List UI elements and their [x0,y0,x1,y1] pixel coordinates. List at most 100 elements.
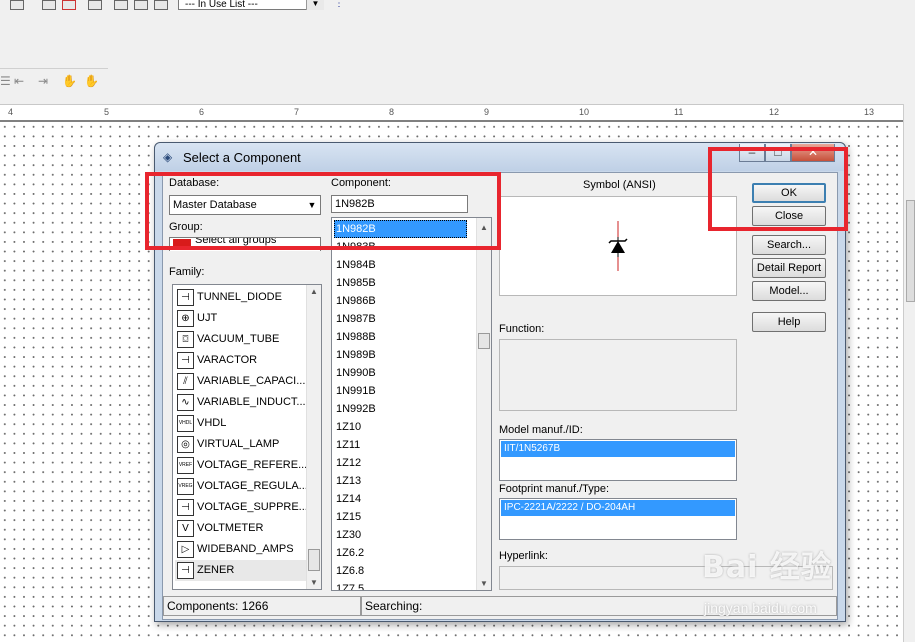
hand-icon[interactable]: ✋ [84,74,99,88]
family-item[interactable]: ⊕ UJT [175,308,309,329]
component-list[interactable]: 1N982B 1N983B 1N984B 1N985B 1N986B 1N987B 1N98… [331,217,492,591]
voltmeter-icon: V [177,520,194,537]
varactor-icon: ⊣ [177,352,194,369]
component-item[interactable]: 1Z30 [334,526,470,544]
family-item[interactable]: ▷ WIDEBAND_AMPS [175,539,309,560]
ruler-mark: 9 [484,107,490,117]
variable-inductor-icon: ∿ [177,394,194,411]
family-item[interactable]: ⌼ VACUUM_TUBE [175,329,309,350]
voltage-suppressor-icon: ⊣ [177,499,194,516]
family-item-label: VOLTAGE_SUPPRE... [197,501,308,513]
toolbar-icon[interactable] [88,0,102,10]
family-item[interactable]: V VOLTMETER [175,518,309,539]
family-item[interactable]: ⫽ VARIABLE_CAPACI... [175,371,309,392]
scrollbar-thumb[interactable] [478,333,490,349]
footprint-list[interactable]: IPC-2221A/2222 / DO-204AH [499,498,737,540]
vhdl-icon: VHDL [177,415,194,432]
indent-icon[interactable]: ☰ [0,74,11,88]
family-item-label: VOLTAGE_REFERE... [197,459,308,471]
outdent-icon[interactable]: ⇤ [14,74,24,88]
family-item[interactable]: ◎ VIRTUAL_LAMP [175,434,309,455]
family-item-label: VARACTOR [197,354,258,366]
horizontal-ruler: 4 5 6 7 8 9 10 11 12 13 [0,104,903,122]
variable-capacitor-icon: ⫽ [177,373,194,390]
hand-icon[interactable]: ✋ [62,74,77,88]
dialog-title: Select a Component [183,150,301,165]
help-button[interactable]: Help [752,312,826,332]
family-item[interactable]: ⊣ VARACTOR [175,350,309,371]
toolbar-icon[interactable] [154,0,168,10]
scroll-down-icon[interactable]: ▼ [310,578,318,587]
toolbar-icon[interactable] [10,0,24,10]
toolbar-icon[interactable] [114,0,128,10]
component-item[interactable]: 1N986B [334,292,470,310]
scroll-down-icon[interactable]: ▼ [480,579,488,588]
ruler-mark: 10 [579,107,590,117]
component-item[interactable]: 1N984B [334,256,470,274]
component-item[interactable]: 1N991B [334,382,470,400]
virtual-lamp-icon: ◎ [177,436,194,453]
family-item-label: UJT [197,312,218,324]
baidu-watermark: Bai 经验 [702,550,832,585]
component-item[interactable]: 1N989B [334,346,470,364]
family-item-label: VOLTMETER [197,522,264,534]
scrollbar-thumb[interactable] [308,549,320,571]
family-item[interactable]: VHDL VHDL [175,413,309,434]
in-use-list-combo[interactable]: --- In Use List --- [178,0,324,10]
component-item[interactable]: 1Z14 [334,490,470,508]
scroll-up-icon[interactable]: ▲ [310,287,318,296]
component-item[interactable]: 1N992B [334,400,470,418]
component-item[interactable]: 1Z10 [334,418,470,436]
voltage-regulator-icon: VREG [177,478,194,495]
footprint-item[interactable]: IPC-2221A/2222 / DO-204AH [501,500,735,516]
component-item[interactable]: 1N990B [334,364,470,382]
component-item[interactable]: 1N987B [334,310,470,328]
model-button[interactable]: Model... [752,281,826,301]
app-icon: ◈ [163,150,173,164]
component-item[interactable]: 1Z6.2 [334,544,470,562]
scrollbar-thumb[interactable] [906,200,915,302]
search-button[interactable]: Search... [752,235,826,255]
toolbar-icon[interactable] [62,0,76,10]
ruler-mark: 12 [769,107,780,117]
component-item[interactable]: 1Z7.5 [334,580,470,590]
family-item-label: TUNNEL_DIODE [197,291,282,303]
component-item[interactable]: 1Z11 [334,436,470,454]
component-item[interactable]: 1N985B [334,274,470,292]
ruler-mark: 11 [674,107,684,117]
component-item[interactable]: 1Z15 [334,508,470,526]
family-item-label: VACUUM_TUBE [197,333,280,345]
component-item[interactable]: 1Z12 [334,454,470,472]
toolbar-icon[interactable] [134,0,148,10]
family-item[interactable]: ⊣ VOLTAGE_SUPPRE... [175,497,309,518]
ruler-mark: 6 [199,107,205,117]
family-label: Family: [169,266,205,278]
function-label: Function: [499,323,545,335]
model-list[interactable]: IIT/1N5267B [499,439,737,481]
family-scrollbar[interactable]: ▲ ▼ [306,285,321,589]
ruler-mark: 13 [864,107,875,117]
zener-icon: ⊣ [177,562,194,579]
component-item[interactable]: 1Z13 [334,472,470,490]
voltage-reference-icon: VREF [177,457,194,474]
component-item[interactable]: 1N988B [334,328,470,346]
family-item[interactable]: ∿ VARIABLE_INDUCT... [175,392,309,413]
vertical-scrollbar[interactable] [903,104,915,642]
component-scrollbar[interactable]: ▲ ▼ [476,218,491,590]
indent-icon[interactable]: ⇥ [38,74,48,88]
tunnel-diode-icon: ⊣ [177,289,194,306]
watermark-url: jingyan.baidu.com [704,600,817,616]
family-item[interactable]: ⊣ ZENER [175,560,309,581]
annotation-highlight [708,147,848,231]
family-item[interactable]: ⊣ TUNNEL_DIODE [175,287,309,308]
family-item[interactable]: VREG VOLTAGE_REGULA... [175,476,309,497]
component-item[interactable]: 1Z6.8 [334,562,470,580]
family-item[interactable]: VREF VOLTAGE_REFERE... [175,455,309,476]
detail-report-button[interactable]: Detail Report [752,258,826,278]
toolbar-icon[interactable] [42,0,56,10]
model-item[interactable]: IIT/1N5267B [501,441,735,457]
chevron-down-icon[interactable]: ▼ [306,0,324,10]
hyperlink-label: Hyperlink: [499,550,548,562]
family-list[interactable]: ⊣ TUNNEL_DIODE ⊕ UJT ⌼ VACUUM_TUBE ⊣ VARACTOR ⫽ V… [172,284,322,590]
more-icon[interactable]: ⋮ [334,0,344,9]
